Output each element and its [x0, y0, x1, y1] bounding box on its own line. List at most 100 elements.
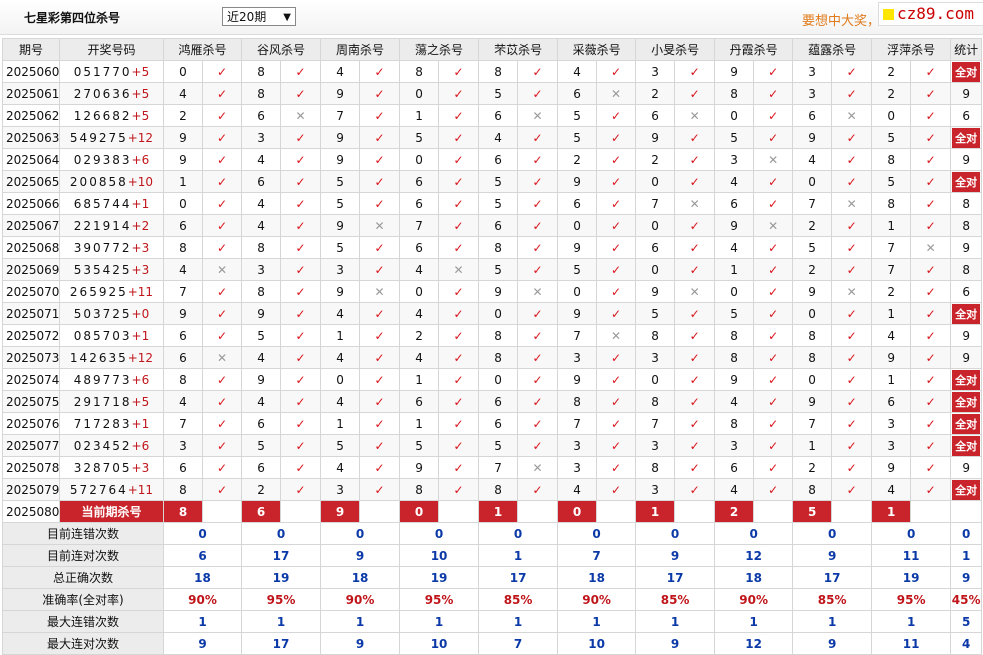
kill-number: 7: [320, 104, 361, 127]
stats-value: 9: [635, 544, 716, 567]
stats-label: 目前连对次数: [2, 544, 164, 567]
kill-number: 0: [635, 368, 676, 391]
issue-number: 2025075: [2, 390, 60, 413]
all-correct-badge: 全对: [952, 171, 981, 192]
cross-icon: ✕: [831, 280, 873, 303]
row-stat: 8: [950, 214, 983, 237]
site-logo[interactable]: cz89.com: [878, 2, 983, 26]
kill-number: 3: [792, 82, 833, 105]
kill-number: 1: [320, 324, 361, 347]
draw-digits: 328705: [73, 460, 132, 475]
cross-icon: ✕: [674, 104, 716, 127]
check-icon: ✓: [910, 214, 952, 237]
check-icon: ✓: [596, 60, 637, 83]
check-icon: ✓: [201, 478, 243, 501]
table-row: 2025064 029383+6 9 ✓ 4 ✓ 9 ✓ 0 ✓ 6 ✓ 2 ✓ 2 ✓ 3 ✕ 4 ✓ 8 ✓ 9: [2, 148, 983, 171]
kill-number: 4: [714, 236, 755, 259]
kill-number: 9: [241, 368, 282, 391]
kill-number: 9: [320, 280, 361, 303]
check-icon: ✓: [910, 412, 952, 435]
check-icon: ✓: [517, 258, 559, 281]
stats-label: 总正确次数: [2, 566, 164, 589]
kill-number: 8: [792, 324, 833, 347]
check-icon: ✓: [517, 368, 559, 391]
issue-number: 2025073: [2, 346, 60, 369]
check-icon: ✓: [201, 302, 243, 325]
cross-icon: ✕: [831, 104, 873, 127]
kill-number: 8: [241, 82, 282, 105]
check-icon: ✓: [596, 412, 637, 435]
stats-value: 90%: [162, 588, 243, 611]
check-icon: ✓: [596, 192, 637, 215]
check-icon: ✓: [753, 104, 794, 127]
check-icon: ✓: [438, 302, 480, 325]
issue-number: 2025077: [2, 434, 60, 457]
kill-number: 3: [871, 412, 912, 435]
draw-number: 489773+6: [59, 368, 164, 391]
row-stat: 8: [950, 258, 983, 281]
stats-value: 90%: [320, 588, 401, 611]
check-icon: ✓: [517, 390, 559, 413]
kill-number: 1: [871, 214, 912, 237]
table-row: 2025079 572764+11 8 ✓ 2 ✓ 3 ✓ 8 ✓ 8 ✓ 4 ✓ 3 ✓ 4 ✓ 8 ✓ 4 ✓ 全对: [2, 478, 983, 501]
draw-tail: +5: [131, 64, 150, 79]
check-icon: ✓: [438, 434, 480, 457]
issue-number: 2025078: [2, 456, 60, 479]
draw-tail: +5: [131, 394, 150, 409]
issue-number: 2025060: [2, 60, 60, 83]
empty-cell: [910, 500, 952, 523]
draw-digits: 390772: [73, 240, 132, 255]
current-period-row: 2025080 当前期杀号 8 6 9 0 1 0 1 2 5 1: [2, 500, 983, 523]
period-select[interactable]: 近20期 ▼: [222, 7, 296, 26]
kill-number: 4: [241, 390, 282, 413]
kill-number: 0: [635, 170, 676, 193]
check-icon: ✓: [438, 324, 480, 347]
kill-number: 0: [557, 214, 598, 237]
kill-number: 9: [714, 60, 755, 83]
check-icon: ✓: [753, 60, 794, 83]
stats-value: 17: [241, 544, 322, 567]
kill-number: 6: [635, 104, 676, 127]
stats-value: 95%: [399, 588, 480, 611]
kill-number: 0: [478, 368, 519, 391]
kill-number: 6: [241, 104, 282, 127]
check-icon: ✓: [201, 148, 243, 171]
draw-tail: +3: [131, 460, 150, 475]
stats-value: 17: [792, 566, 873, 589]
issue-number: 2025066: [2, 192, 60, 215]
kill-number: 8: [241, 280, 282, 303]
kill-number: 6: [478, 104, 519, 127]
check-icon: ✓: [359, 368, 401, 391]
kill-number: 4: [241, 148, 282, 171]
check-icon: ✓: [359, 456, 401, 479]
kill-number: 5: [478, 170, 519, 193]
kill-number: 5: [320, 192, 361, 215]
current-kill-number: 5: [792, 500, 833, 523]
row-stat: 全对: [950, 126, 983, 149]
all-correct-badge: 全对: [952, 61, 981, 82]
kill-number: 5: [241, 324, 282, 347]
kill-number: 0: [871, 104, 912, 127]
check-icon: ✓: [753, 434, 794, 457]
kill-number: 8: [792, 346, 833, 369]
page-title: 七星彩第四位杀号: [24, 11, 121, 25]
draw-number: 126682+5: [59, 104, 164, 127]
check-icon: ✓: [910, 60, 952, 83]
stats-value: 7: [478, 632, 559, 655]
draw-tail: +11: [127, 284, 154, 299]
check-icon: ✓: [280, 170, 322, 193]
kill-number: 6: [163, 324, 203, 347]
stats-value: 0: [399, 522, 480, 545]
check-icon: ✓: [753, 324, 794, 347]
stats-value: 12: [714, 632, 794, 655]
draw-digits: 200858: [69, 174, 128, 189]
check-icon: ✓: [753, 280, 794, 303]
check-icon: ✓: [596, 280, 637, 303]
kill-number: 9: [557, 368, 598, 391]
kill-number: 8: [714, 82, 755, 105]
check-icon: ✓: [280, 236, 322, 259]
draw-number: 503725+0: [59, 302, 164, 325]
check-icon: ✓: [831, 302, 873, 325]
kill-number: 4: [320, 456, 361, 479]
kill-number: 4: [399, 258, 440, 281]
